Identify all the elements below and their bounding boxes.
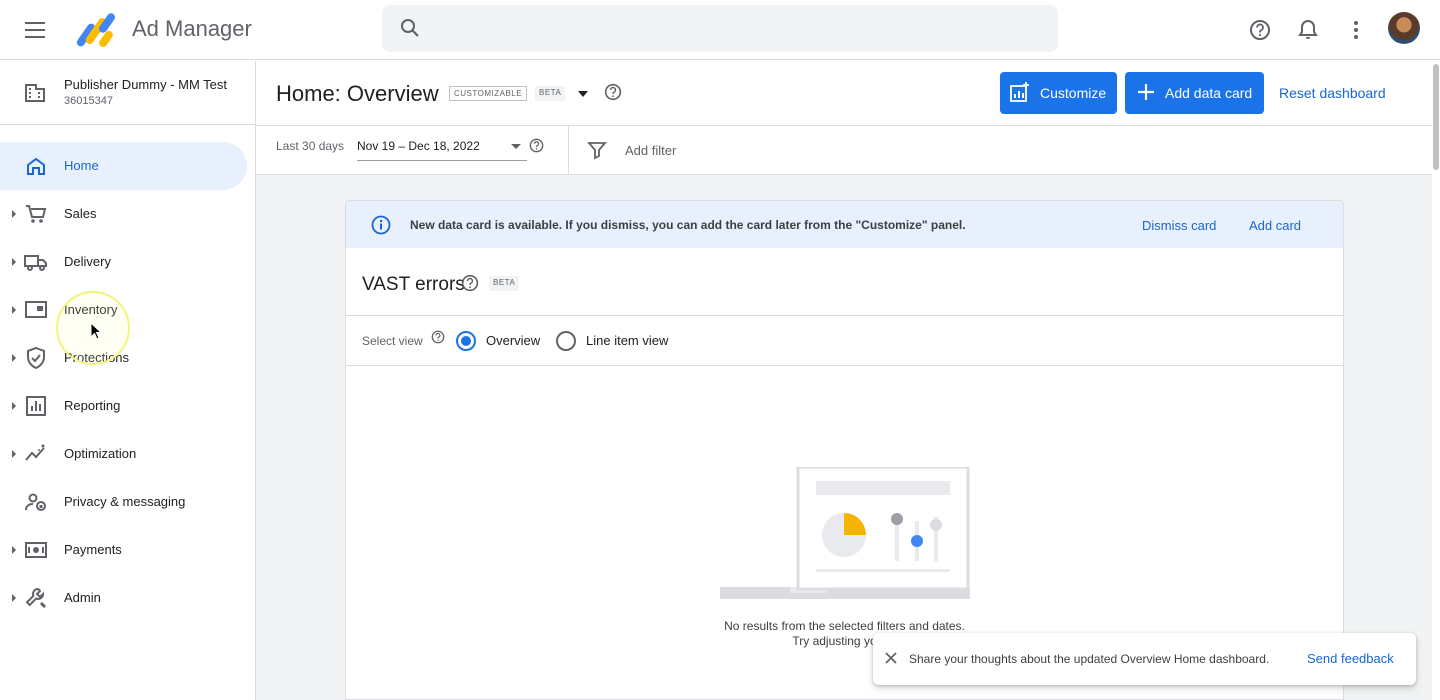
top-app-bar: Ad Manager	[0, 0, 1440, 60]
help-icon[interactable]	[461, 274, 479, 297]
feedback-snackbar: Share your thoughts about the updated Ov…	[873, 633, 1416, 685]
payments-icon	[24, 538, 48, 562]
search-icon	[400, 18, 420, 43]
expand-caret-icon	[12, 258, 16, 266]
new-card-notice: New data card is available. If you dismi…	[346, 201, 1343, 248]
line-item-view-radio-label[interactable]: Line item view	[586, 333, 668, 348]
privacy-icon	[24, 490, 48, 514]
wrench-icon	[24, 586, 48, 610]
page-header: Home: Overview CUSTOMIZABLE BETA Customi…	[256, 61, 1432, 126]
scrollbar-thumb[interactable]	[1433, 64, 1439, 170]
divider	[346, 315, 1343, 316]
add-filter-button[interactable]: Add filter	[625, 143, 676, 158]
menu-icon[interactable]	[20, 14, 52, 46]
title-dropdown-icon[interactable]	[578, 91, 588, 97]
sidebar-item-privacy-messaging[interactable]: Privacy & messaging	[0, 478, 247, 526]
help-icon[interactable]	[604, 83, 622, 106]
expand-caret-icon	[12, 306, 16, 314]
shield-icon	[24, 346, 48, 370]
add-data-card-label: Add data card	[1165, 85, 1253, 101]
inventory-icon	[24, 298, 48, 322]
overview-radio-label[interactable]: Overview	[486, 333, 540, 348]
account-name: Publisher Dummy - MM Test	[64, 77, 228, 92]
divider	[568, 126, 569, 174]
expand-caret-icon	[12, 210, 16, 218]
divider	[346, 365, 1343, 366]
customize-label: Customize	[1040, 85, 1107, 101]
more-vert-icon[interactable]	[1342, 16, 1370, 44]
sidebar-item-label: Home	[64, 158, 99, 173]
home-icon	[24, 154, 48, 178]
reset-dashboard-button[interactable]: Reset dashboard	[1279, 85, 1386, 101]
sidebar: Publisher Dummy - MM Test 36015347 Home …	[0, 61, 256, 700]
sidebar-item-label: Payments	[64, 542, 122, 557]
add-card-button[interactable]: Add card	[1249, 218, 1301, 233]
overview-radio[interactable]	[456, 331, 476, 351]
search-input[interactable]	[438, 5, 1038, 52]
beta-tag: BETA	[535, 86, 566, 101]
vast-errors-card: New data card is available. If you dismi…	[345, 200, 1344, 700]
help-icon[interactable]	[529, 138, 544, 158]
filter-icon[interactable]	[587, 140, 607, 165]
line-item-view-radio[interactable]	[556, 331, 576, 351]
mouse-cursor-icon	[90, 321, 103, 345]
empty-state-illustration	[720, 465, 970, 605]
plus-icon	[1137, 83, 1155, 104]
help-icon[interactable]	[431, 330, 445, 349]
sidebar-item-label: Reporting	[64, 398, 121, 413]
sidebar-item-payments[interactable]: Payments	[0, 526, 247, 574]
sidebar-item-label: Admin	[64, 590, 101, 605]
info-icon	[371, 215, 391, 240]
sidebar-item-delivery[interactable]: Delivery	[0, 238, 247, 286]
account-switcher[interactable]: Publisher Dummy - MM Test 36015347	[0, 61, 255, 125]
sidebar-item-label: Delivery	[64, 254, 111, 269]
date-range-label: Last 30 days	[276, 139, 345, 153]
cart-icon	[24, 202, 48, 226]
sidebar-item-home[interactable]: Home	[0, 142, 247, 190]
notice-message: New data card is available. If you dismi…	[410, 218, 966, 232]
customize-button[interactable]: Customize	[1000, 72, 1117, 114]
empty-state-line-1: No results from the selected filters and…	[724, 619, 965, 633]
search-bar[interactable]	[382, 5, 1058, 52]
expand-caret-icon	[12, 546, 16, 554]
chevron-down-icon	[511, 144, 521, 149]
truck-icon	[24, 250, 48, 274]
sidebar-item-sales[interactable]: Sales	[0, 190, 247, 238]
reporting-icon	[24, 394, 48, 418]
close-icon[interactable]	[883, 650, 899, 671]
sidebar-item-label: Sales	[64, 206, 97, 221]
expand-caret-icon	[12, 402, 16, 410]
page-title: Home: Overview	[276, 81, 439, 106]
add-data-card-button[interactable]: Add data card	[1125, 72, 1264, 114]
customize-dashboard-icon	[1010, 81, 1030, 105]
beta-tag: BETA	[489, 276, 520, 291]
expand-caret-icon	[12, 450, 16, 458]
filter-bar: Last 30 days Nov 19 – Dec 18, 2022 Add f…	[256, 126, 1432, 175]
send-feedback-button[interactable]: Send feedback	[1307, 651, 1394, 666]
date-range-select[interactable]: Nov 19 – Dec 18, 2022	[357, 137, 527, 161]
notifications-bell-icon[interactable]	[1294, 16, 1322, 44]
customizable-tag: CUSTOMIZABLE	[449, 86, 528, 101]
sidebar-item-reporting[interactable]: Reporting	[0, 382, 247, 430]
expand-caret-icon	[12, 354, 16, 362]
sidebar-item-optimization[interactable]: Optimization	[0, 430, 247, 478]
date-range-value: Nov 19 – Dec 18, 2022	[357, 139, 480, 153]
help-icon[interactable]	[1246, 16, 1274, 44]
app-title: Ad Manager	[132, 16, 252, 41]
select-view-label: Select view	[362, 334, 423, 348]
account-id: 36015347	[64, 95, 113, 107]
sidebar-item-admin[interactable]: Admin	[0, 574, 247, 622]
sidebar-item-label: Privacy & messaging	[64, 494, 186, 509]
card-title: VAST errors	[362, 274, 465, 295]
user-avatar[interactable]	[1388, 12, 1420, 44]
dismiss-card-button[interactable]: Dismiss card	[1142, 218, 1216, 233]
optimization-icon	[24, 442, 48, 466]
ad-manager-logo-icon	[76, 8, 120, 52]
building-icon	[24, 81, 46, 108]
snackbar-message: Share your thoughts about the updated Ov…	[909, 652, 1270, 666]
sidebar-item-label: Optimization	[64, 446, 137, 461]
expand-caret-icon	[12, 594, 16, 602]
